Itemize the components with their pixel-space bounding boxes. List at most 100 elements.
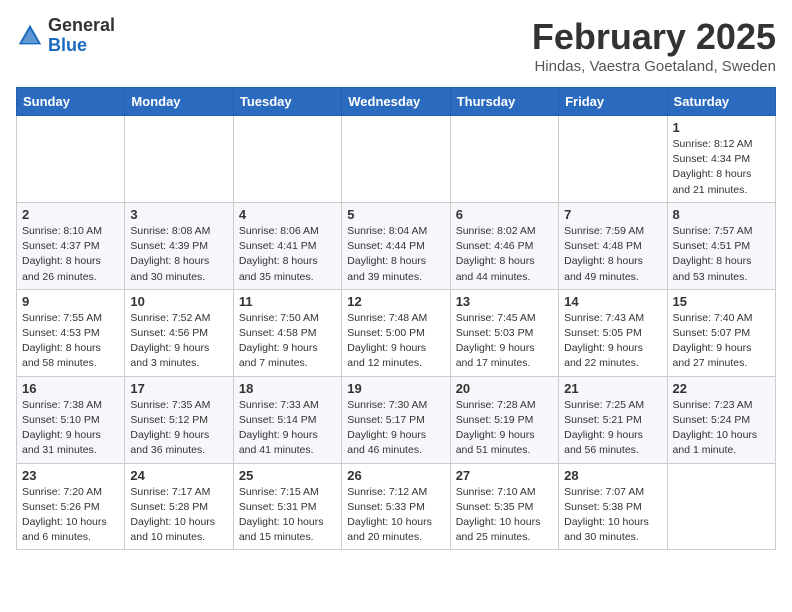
day-cell: 10 Sunrise: 7:52 AM Sunset: 4:56 PM Dayli…: [125, 289, 233, 376]
day-number: 13: [456, 294, 553, 309]
day-cell: [17, 116, 125, 203]
day-cell: [342, 116, 450, 203]
day-number: 28: [564, 468, 661, 483]
week-row-1: 2 Sunrise: 8:10 AM Sunset: 4:37 PM Daylig…: [17, 202, 776, 289]
day-info: Sunrise: 7:12 AM Sunset: 5:33 PM Dayligh…: [347, 485, 444, 546]
week-row-2: 9 Sunrise: 7:55 AM Sunset: 4:53 PM Daylig…: [17, 289, 776, 376]
day-info: Sunrise: 8:10 AM Sunset: 4:37 PM Dayligh…: [22, 224, 119, 285]
day-cell: 15 Sunrise: 7:40 AM Sunset: 5:07 PM Dayli…: [667, 289, 775, 376]
weekday-header-thursday: Thursday: [450, 88, 558, 116]
day-number: 9: [22, 294, 119, 309]
logo-icon: [16, 22, 44, 50]
day-cell: 11 Sunrise: 7:50 AM Sunset: 4:58 PM Dayli…: [233, 289, 341, 376]
day-number: 23: [22, 468, 119, 483]
day-cell: 21 Sunrise: 7:25 AM Sunset: 5:21 PM Dayli…: [559, 376, 667, 463]
day-number: 5: [347, 207, 444, 222]
day-number: 4: [239, 207, 336, 222]
day-cell: 5 Sunrise: 8:04 AM Sunset: 4:44 PM Daylig…: [342, 202, 450, 289]
day-cell: 24Sunrise: 7:17 AM Sunset: 5:28 PM Dayli…: [125, 463, 233, 550]
day-number: 6: [456, 207, 553, 222]
weekday-header-sunday: Sunday: [17, 88, 125, 116]
day-cell: [450, 116, 558, 203]
day-cell: 7 Sunrise: 7:59 AM Sunset: 4:48 PM Daylig…: [559, 202, 667, 289]
day-info: Sunrise: 7:45 AM Sunset: 5:03 PM Dayligh…: [456, 311, 553, 372]
day-info: Sunrise: 7:28 AM Sunset: 5:19 PM Dayligh…: [456, 398, 553, 459]
calendar-table: SundayMondayTuesdayWednesdayThursdayFrid…: [16, 87, 776, 550]
day-number: 3: [130, 207, 227, 222]
week-row-3: 16 Sunrise: 7:38 AM Sunset: 5:10 PM Dayli…: [17, 376, 776, 463]
day-cell: 6 Sunrise: 8:02 AM Sunset: 4:46 PM Daylig…: [450, 202, 558, 289]
day-cell: [125, 116, 233, 203]
day-number: 12: [347, 294, 444, 309]
weekday-header-tuesday: Tuesday: [233, 88, 341, 116]
day-cell: [233, 116, 341, 203]
day-info: Sunrise: 7:59 AM Sunset: 4:48 PM Dayligh…: [564, 224, 661, 285]
day-cell: 2 Sunrise: 8:10 AM Sunset: 4:37 PM Daylig…: [17, 202, 125, 289]
day-info: Sunrise: 7:52 AM Sunset: 4:56 PM Dayligh…: [130, 311, 227, 372]
day-cell: 27 Sunrise: 7:10 AM Sunset: 5:35 PM Dayli…: [450, 463, 558, 550]
day-number: 26: [347, 468, 444, 483]
day-number: 25: [239, 468, 336, 483]
logo: General Blue: [16, 16, 115, 56]
day-info: Sunrise: 7:38 AM Sunset: 5:10 PM Dayligh…: [22, 398, 119, 459]
title-block: February 2025 Hindas, Vaestra Goetaland,…: [532, 16, 776, 75]
day-cell: 14 Sunrise: 7:43 AM Sunset: 5:05 PM Dayli…: [559, 289, 667, 376]
day-number: 21: [564, 381, 661, 396]
weekday-header-monday: Monday: [125, 88, 233, 116]
day-number: 24: [130, 468, 227, 483]
day-cell: 12 Sunrise: 7:48 AM Sunset: 5:00 PM Dayli…: [342, 289, 450, 376]
day-info: Sunrise: 7:55 AM Sunset: 4:53 PM Dayligh…: [22, 311, 119, 372]
day-number: 7: [564, 207, 661, 222]
day-cell: 20Sunrise: 7:28 AM Sunset: 5:19 PM Dayli…: [450, 376, 558, 463]
weekday-header-saturday: Saturday: [667, 88, 775, 116]
day-info: Sunrise: 7:15 AM Sunset: 5:31 PM Dayligh…: [239, 485, 336, 546]
day-info: Sunrise: 7:40 AM Sunset: 5:07 PM Dayligh…: [673, 311, 770, 372]
day-cell: [559, 116, 667, 203]
day-info: Sunrise: 7:25 AM Sunset: 5:21 PM Dayligh…: [564, 398, 661, 459]
logo-blue-text: Blue: [48, 35, 87, 55]
day-cell: 13 Sunrise: 7:45 AM Sunset: 5:03 PM Dayli…: [450, 289, 558, 376]
day-cell: 28 Sunrise: 7:07 AM Sunset: 5:38 PM Dayli…: [559, 463, 667, 550]
day-info: Sunrise: 7:23 AM Sunset: 5:24 PM Dayligh…: [673, 398, 770, 459]
day-cell: 25 Sunrise: 7:15 AM Sunset: 5:31 PM Dayli…: [233, 463, 341, 550]
day-number: 10: [130, 294, 227, 309]
day-info: Sunrise: 7:50 AM Sunset: 4:58 PM Dayligh…: [239, 311, 336, 372]
day-info: Sunrise: 8:04 AM Sunset: 4:44 PM Dayligh…: [347, 224, 444, 285]
weekday-header-wednesday: Wednesday: [342, 88, 450, 116]
day-cell: 19Sunrise: 7:30 AM Sunset: 5:17 PM Dayli…: [342, 376, 450, 463]
day-cell: 17Sunrise: 7:35 AM Sunset: 5:12 PM Dayli…: [125, 376, 233, 463]
day-number: 18: [239, 381, 336, 396]
page-header: General Blue February 2025 Hindas, Vaest…: [16, 16, 776, 75]
week-row-0: 1Sunrise: 8:12 AM Sunset: 4:34 PM Daylig…: [17, 116, 776, 203]
day-info: Sunrise: 7:10 AM Sunset: 5:35 PM Dayligh…: [456, 485, 553, 546]
day-cell: [667, 463, 775, 550]
day-info: Sunrise: 7:35 AM Sunset: 5:12 PM Dayligh…: [130, 398, 227, 459]
day-info: Sunrise: 8:08 AM Sunset: 4:39 PM Dayligh…: [130, 224, 227, 285]
day-cell: 8Sunrise: 7:57 AM Sunset: 4:51 PM Daylig…: [667, 202, 775, 289]
day-cell: 16 Sunrise: 7:38 AM Sunset: 5:10 PM Dayli…: [17, 376, 125, 463]
day-info: Sunrise: 7:33 AM Sunset: 5:14 PM Dayligh…: [239, 398, 336, 459]
day-cell: 22 Sunrise: 7:23 AM Sunset: 5:24 PM Dayli…: [667, 376, 775, 463]
day-info: Sunrise: 7:48 AM Sunset: 5:00 PM Dayligh…: [347, 311, 444, 372]
day-cell: 4Sunrise: 8:06 AM Sunset: 4:41 PM Daylig…: [233, 202, 341, 289]
day-info: Sunrise: 8:02 AM Sunset: 4:46 PM Dayligh…: [456, 224, 553, 285]
day-number: 27: [456, 468, 553, 483]
calendar-subtitle: Hindas, Vaestra Goetaland, Sweden: [532, 58, 776, 75]
day-cell: 26 Sunrise: 7:12 AM Sunset: 5:33 PM Dayli…: [342, 463, 450, 550]
calendar-title: February 2025: [532, 16, 776, 58]
logo-general-text: General: [48, 15, 115, 35]
day-number: 15: [673, 294, 770, 309]
day-number: 2: [22, 207, 119, 222]
day-number: 14: [564, 294, 661, 309]
day-cell: 23 Sunrise: 7:20 AM Sunset: 5:26 PM Dayli…: [17, 463, 125, 550]
day-number: 11: [239, 294, 336, 309]
day-cell: 18 Sunrise: 7:33 AM Sunset: 5:14 PM Dayli…: [233, 376, 341, 463]
day-number: 22: [673, 381, 770, 396]
day-number: 16: [22, 381, 119, 396]
day-info: Sunrise: 7:43 AM Sunset: 5:05 PM Dayligh…: [564, 311, 661, 372]
day-number: 8: [673, 207, 770, 222]
day-info: Sunrise: 7:07 AM Sunset: 5:38 PM Dayligh…: [564, 485, 661, 546]
day-cell: 1Sunrise: 8:12 AM Sunset: 4:34 PM Daylig…: [667, 116, 775, 203]
day-info: Sunrise: 7:20 AM Sunset: 5:26 PM Dayligh…: [22, 485, 119, 546]
day-number: 1: [673, 120, 770, 135]
